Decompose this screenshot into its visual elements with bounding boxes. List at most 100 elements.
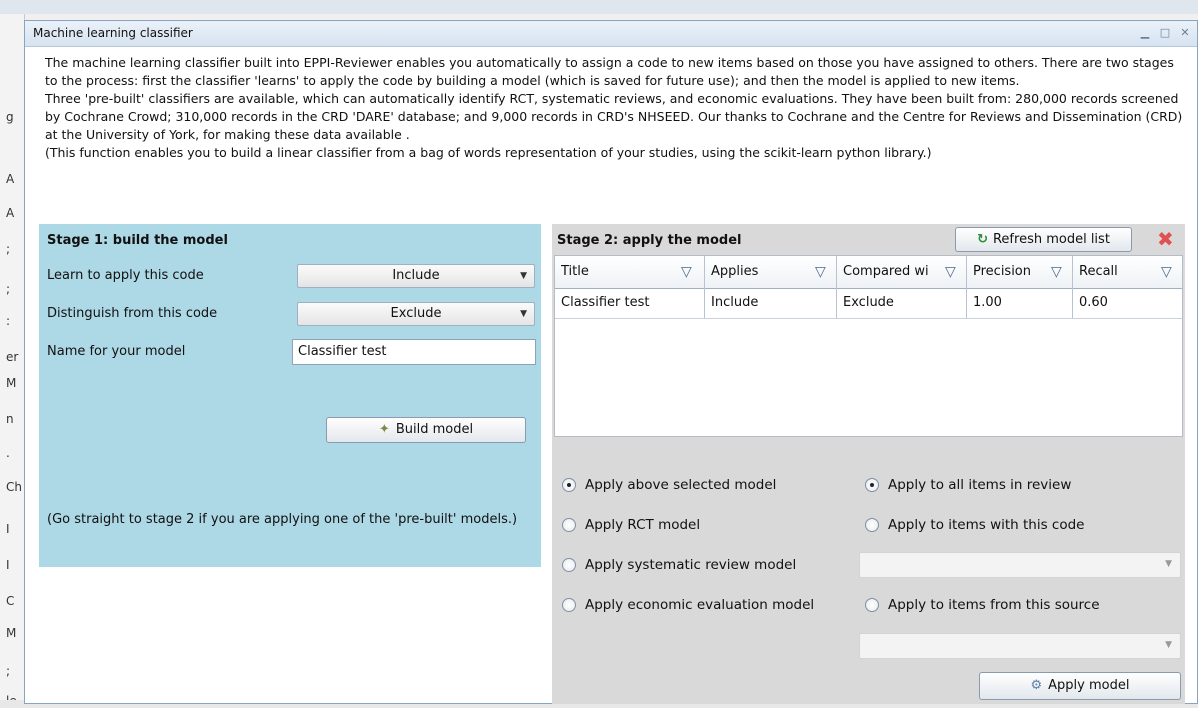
intro-paragraph: Three 'pre-built' classifiers are availa… [45, 91, 1183, 142]
radio-apply-items-from-source[interactable]: Apply to items from this source [865, 597, 1100, 613]
background-app-sidebar: g A A ; ; : er M n . Ch I I C M ; le [0, 14, 25, 708]
model-name-value: Classifier test [298, 344, 387, 359]
cell-title: Classifier test [561, 295, 650, 310]
refresh-icon: ↻ [977, 232, 988, 247]
distinguish-code-label: Distinguish from this code [47, 306, 218, 321]
build-model-label: Build model [395, 422, 474, 437]
column-header-recall[interactable]: Recall ▽ [1073, 256, 1182, 288]
column-precision-label: Precision [973, 264, 1032, 279]
apply-model-label: Apply model [1048, 678, 1130, 693]
background-app-toolbar [0, 0, 1198, 14]
stage1-panel: Stage 1: build the model Learn to apply … [39, 224, 541, 567]
learn-code-label: Learn to apply this code [47, 268, 204, 283]
background-text: ; [6, 664, 11, 678]
column-header-precision[interactable]: Precision ▽ [967, 256, 1073, 288]
apply-icon: ⚙ [1030, 678, 1043, 693]
model-grid[interactable]: Title ▽ Applies ▽ Compared wi ▽ Precisio… [554, 255, 1183, 437]
apply-model-button[interactable]: ⚙ Apply model [979, 672, 1181, 700]
background-text: A [6, 172, 15, 186]
radio-apply-selected-model[interactable]: Apply above selected model [562, 477, 776, 493]
background-text: n [6, 412, 14, 426]
background-text: C [6, 594, 15, 608]
background-text: ; [6, 242, 11, 256]
radio-apply-systematic-review-model[interactable]: Apply systematic review model [562, 557, 796, 573]
cell-applies: Include [711, 295, 759, 310]
table-cell: 0.60 [1073, 288, 1182, 318]
column-header-compared[interactable]: Compared wi ▽ [837, 256, 967, 288]
refresh-model-list-label: Refresh model list [992, 232, 1110, 247]
build-model-button[interactable]: ✦ Build model [326, 417, 526, 443]
cell-recall: 0.60 [1079, 295, 1108, 310]
filter-icon[interactable]: ▽ [681, 264, 692, 280]
minimize-icon[interactable]: ▁ [1137, 25, 1153, 41]
maximize-icon[interactable]: □ [1157, 25, 1173, 41]
radio-indicator [562, 558, 576, 572]
background-text: A [6, 206, 15, 220]
stage2-panel: Stage 2: apply the model ↻ Refresh model … [552, 224, 1185, 704]
background-text: g [6, 110, 14, 124]
filter-icon[interactable]: ▽ [1051, 264, 1062, 280]
column-header-applies[interactable]: Applies ▽ [705, 256, 837, 288]
stage1-heading: Stage 1: build the model [47, 233, 228, 248]
column-recall-label: Recall [1079, 264, 1118, 279]
chevron-down-icon: ▼ [1165, 559, 1172, 569]
learn-code-value: Include [392, 268, 440, 283]
background-text: Ch [6, 480, 22, 494]
radio-indicator [865, 598, 879, 612]
filter-icon[interactable]: ▽ [945, 264, 956, 280]
background-text: ; [6, 282, 11, 296]
filter-icon[interactable]: ▽ [815, 264, 826, 280]
radio-indicator [865, 478, 879, 492]
filter-icon[interactable]: ▽ [1161, 264, 1172, 280]
cell-compared: Exclude [843, 295, 894, 310]
model-name-input[interactable]: Classifier test [292, 339, 536, 365]
radio-label: Apply economic evaluation model [585, 597, 815, 613]
table-cell: Include [705, 288, 837, 318]
radio-label: Apply to items with this code [888, 517, 1085, 533]
radio-apply-items-with-code[interactable]: Apply to items with this code [865, 517, 1085, 533]
background-text: I [6, 558, 10, 572]
radio-label: Apply to items from this source [888, 597, 1100, 613]
refresh-model-list-button[interactable]: ↻ Refresh model list [955, 227, 1132, 252]
radio-indicator [562, 598, 576, 612]
chevron-down-icon: ▼ [520, 309, 527, 319]
model-grid-header: Title ▽ Applies ▽ Compared wi ▽ Precisio… [555, 256, 1182, 289]
distinguish-code-select[interactable]: Exclude ▼ [297, 302, 535, 326]
radio-apply-economic-evaluation-model[interactable]: Apply economic evaluation model [562, 597, 814, 613]
radio-label: Apply RCT model [585, 517, 701, 533]
background-text: M [6, 626, 17, 640]
stage2-heading: Stage 2: apply the model [557, 233, 742, 248]
column-title-label: Title [561, 264, 589, 279]
source-select[interactable]: ▼ [859, 633, 1181, 659]
dialog-titlebar[interactable]: Machine learning classifier ▁ □ ✕ [25, 21, 1197, 47]
intro-paragraph: The machine learning classifier built in… [45, 55, 1174, 88]
background-text: er [6, 350, 19, 364]
radio-indicator [865, 518, 879, 532]
background-text: I [6, 522, 10, 536]
learn-code-select[interactable]: Include ▼ [297, 264, 535, 288]
table-cell: 1.00 [967, 288, 1073, 318]
radio-indicator [562, 478, 576, 492]
chevron-down-icon: ▼ [520, 271, 527, 281]
radio-label: Apply to all items in review [888, 477, 1072, 493]
table-row[interactable]: Classifier test Include Exclude 1.00 0.6… [555, 288, 1182, 319]
radio-label: Apply systematic review model [585, 557, 797, 573]
column-compared-label: Compared wi [843, 264, 929, 279]
radio-apply-all-items[interactable]: Apply to all items in review [865, 477, 1071, 493]
close-icon[interactable]: ✕ [1177, 25, 1193, 41]
radio-apply-rct-model[interactable]: Apply RCT model [562, 517, 700, 533]
distinguish-code-value: Exclude [390, 306, 442, 321]
radio-indicator [562, 518, 576, 532]
column-header-title[interactable]: Title ▽ [555, 256, 705, 288]
classifier-dialog: Machine learning classifier ▁ □ ✕ The ma… [24, 20, 1198, 704]
column-applies-label: Applies [711, 264, 759, 279]
table-cell: Classifier test [555, 288, 705, 318]
model-name-label: Name for your model [47, 344, 186, 359]
background-text: . [6, 446, 10, 460]
prebuilt-note: (Go straight to stage 2 if you are apply… [47, 512, 518, 527]
delete-model-icon[interactable]: ✖ [1157, 227, 1174, 251]
dialog-title: Machine learning classifier [33, 26, 193, 40]
radio-label: Apply above selected model [585, 477, 777, 493]
code-select[interactable]: ▼ [859, 552, 1181, 578]
chevron-down-icon: ▼ [1165, 640, 1172, 650]
